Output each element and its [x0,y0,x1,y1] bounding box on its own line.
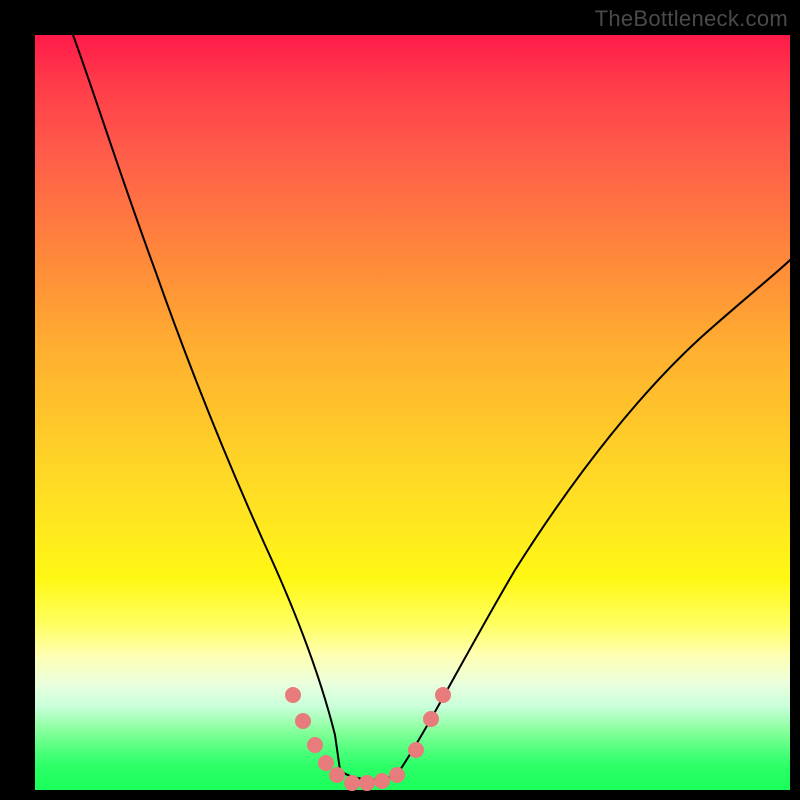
curve-right [400,260,790,770]
marker-point [295,713,311,729]
chart-frame: TheBottleneck.com [0,0,800,800]
marker-point [359,775,375,791]
marker-point [389,767,405,783]
markers [285,687,451,791]
marker-point [318,755,334,771]
watermark-label: TheBottleneck.com [595,6,788,32]
marker-point [285,687,301,703]
curve-svg [35,35,790,790]
marker-point [344,775,360,791]
curve-left [73,35,340,770]
marker-point [307,737,323,753]
marker-point [423,711,439,727]
marker-point [329,767,345,783]
marker-point [374,773,390,789]
plot-area [35,35,790,790]
marker-point [408,742,424,758]
marker-point [435,687,451,703]
